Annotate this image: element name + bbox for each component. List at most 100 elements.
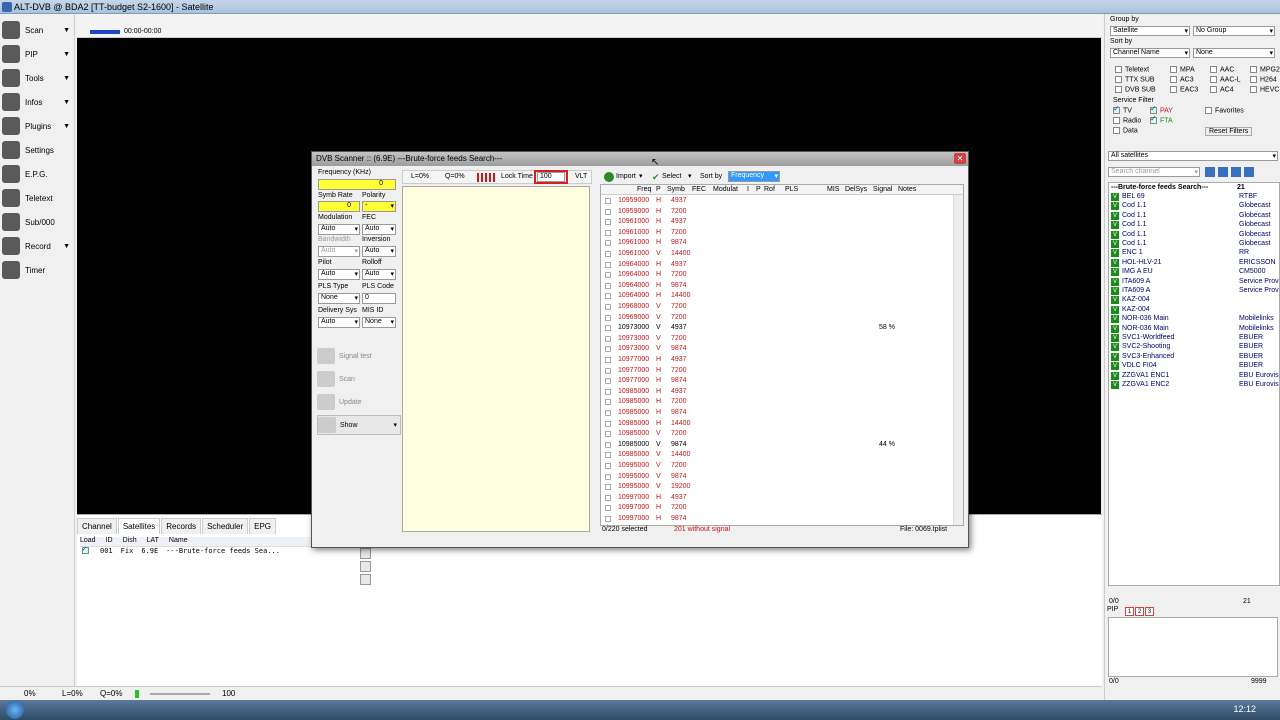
chevron-down-icon[interactable]: ▼ (63, 51, 70, 58)
menu-infos[interactable]: Infos ▼ (2, 92, 72, 112)
signal-test-button[interactable]: Signal test (317, 346, 401, 366)
chevron-down-icon[interactable]: ▼ (63, 75, 70, 82)
filter-checkbox[interactable] (1250, 86, 1257, 93)
table-row[interactable]: 10969000 V 7200 (601, 313, 953, 323)
filter-ac3[interactable]: AC3 (1170, 76, 1194, 83)
filter-tv[interactable]: TV (1113, 104, 1132, 114)
row-checkbox[interactable] (605, 388, 611, 395)
list-view-icon[interactable] (1205, 167, 1215, 177)
show-button[interactable]: Show ▾ (317, 415, 401, 435)
row-checkbox[interactable] (605, 399, 611, 406)
import-button[interactable]: Import (616, 173, 636, 180)
list-item[interactable]: V ITA609 A Service Prov (1111, 287, 1280, 296)
table-row[interactable]: 10977000 H 4937 (601, 355, 953, 365)
table-row[interactable]: 10973000 V 4937 58 % (601, 323, 953, 333)
filter-dvb-sub[interactable]: DVB SUB (1115, 86, 1156, 93)
column-header-i[interactable]: I (747, 186, 749, 193)
list-item[interactable]: V SVC1-Worldfeed EBUER (1111, 334, 1280, 343)
table-row[interactable]: 10961000 V 14400 (601, 249, 953, 259)
menu-settings[interactable]: Settings (2, 140, 72, 160)
list-item[interactable]: V ZZGVA1 ENC2 EBU Eurovis (1111, 381, 1280, 390)
table-row[interactable]: 10977000 H 9874 (601, 376, 953, 386)
filter-ac4[interactable]: AC4 (1210, 86, 1234, 93)
playback-progress-bar[interactable] (90, 30, 120, 34)
list-item[interactable]: V ENC 1 RR (1111, 249, 1280, 258)
delete-icon[interactable] (360, 574, 371, 585)
list-item[interactable]: V Cod 1.1 Globecast (1111, 221, 1280, 230)
table-row[interactable]: 001 Fix 6.9E ---Brute-force feeds Sea... (82, 544, 342, 555)
row-checkbox[interactable] (605, 357, 611, 363)
filter-checkbox[interactable] (1210, 76, 1217, 83)
list-item[interactable]: V KAZ-004 (1111, 296, 1280, 305)
menu-tools[interactable]: Tools ▼ (2, 68, 72, 88)
row-checkbox[interactable] (605, 325, 611, 332)
group-by-secondary-select[interactable]: No Group (1193, 26, 1275, 36)
refresh-icon[interactable] (1231, 167, 1241, 177)
column-header-freq[interactable]: Freq (637, 186, 651, 193)
pls-code-input[interactable]: 0 (362, 293, 396, 304)
menu-plugins[interactable]: Plugins ▼ (2, 116, 72, 136)
menu-pip[interactable]: PIP ▼ (2, 44, 72, 64)
pip-tab-2[interactable]: 2 (1135, 607, 1144, 616)
menu-teletext[interactable]: Teletext (2, 188, 72, 208)
frequency-input[interactable]: 0 (318, 179, 396, 190)
filter-mpg2[interactable]: MPG2 (1250, 66, 1280, 73)
list-item[interactable]: V SVC2-Shooting EBUER (1111, 343, 1280, 352)
select-button[interactable]: Select (662, 173, 681, 180)
filter-fta[interactable]: FTA (1150, 114, 1173, 124)
chevron-down-icon[interactable]: ▼ (63, 123, 70, 130)
column-header-signal[interactable]: Signal (873, 186, 892, 193)
row-checkbox[interactable] (605, 516, 611, 522)
table-row[interactable]: 10997000 H 9874 (601, 514, 953, 524)
fec-select[interactable]: Auto (362, 224, 396, 235)
table-row[interactable]: 10961000 H 9874 (601, 238, 953, 248)
search-icon[interactable] (1218, 167, 1228, 177)
row-checkbox[interactable] (605, 261, 611, 268)
filter-hevc[interactable]: HEVC (1250, 86, 1279, 93)
table-row[interactable]: 10985000 H 14400 (601, 419, 953, 429)
row-checkbox[interactable] (605, 304, 611, 310)
tab-records[interactable]: Records (161, 518, 202, 534)
filter-radio[interactable]: Radio (1113, 117, 1141, 124)
column-header-name[interactable]: Name (169, 537, 188, 546)
pay-checkbox[interactable] (1150, 104, 1157, 114)
row-checkbox[interactable] (605, 229, 611, 236)
list-item[interactable]: V Cod 1.1 Globecast (1111, 202, 1280, 211)
tab-scheduler[interactable]: Scheduler (202, 518, 249, 534)
fta-checkbox[interactable] (1150, 114, 1157, 124)
data-checkbox[interactable] (1113, 127, 1120, 134)
satellite-select[interactable]: All satellites (1108, 151, 1278, 161)
polarity-select[interactable]: - (362, 201, 396, 212)
close-icon[interactable]: ✕ (954, 153, 966, 164)
channel-group-header[interactable]: ---Brute-force feeds Search--- 21 (1111, 184, 1280, 193)
filter-aac-l[interactable]: AAC-L (1210, 76, 1241, 83)
filter-mpa[interactable]: MPA (1170, 66, 1195, 73)
load-checkbox[interactable] (82, 544, 89, 554)
row-checkbox[interactable] (605, 314, 611, 321)
chevron-down-icon[interactable]: ▾ (639, 172, 643, 180)
column-header-symb[interactable]: Symb (667, 186, 685, 193)
row-checkbox[interactable] (605, 452, 611, 459)
filter-checkbox[interactable] (1170, 76, 1177, 83)
table-row[interactable]: 10964000 H 4937 (601, 260, 953, 270)
inversion-select[interactable]: Auto (362, 246, 396, 257)
sort-by-select[interactable]: Frequency (728, 171, 780, 182)
table-row[interactable]: 10961000 H 7200 (601, 228, 953, 238)
filter-eac3[interactable]: EAC3 (1170, 86, 1198, 93)
row-checkbox[interactable] (605, 410, 611, 416)
pilot-select[interactable]: Auto (318, 269, 360, 280)
table-row[interactable]: 10959000 H 4937 (601, 196, 953, 206)
chevron-down-icon[interactable]: ▾ (688, 172, 692, 180)
list-item[interactable]: V ITA609 A Service Prov (1111, 277, 1280, 287)
pip-tab-1[interactable]: 1 (1125, 607, 1134, 616)
rolloff-select[interactable]: Auto (362, 269, 396, 280)
column-header-p[interactable]: P (756, 186, 761, 193)
list-item[interactable]: V KAZ-004 (1111, 305, 1280, 315)
row-checkbox[interactable] (605, 378, 611, 385)
row-checkbox[interactable] (605, 346, 611, 353)
tv-checkbox[interactable] (1113, 104, 1120, 114)
tab-epg[interactable]: EPG (249, 518, 277, 534)
row-checkbox[interactable] (605, 293, 611, 300)
table-row[interactable]: 10985000 H 4937 (601, 387, 953, 397)
search-channel-input[interactable]: Search channel (1108, 167, 1200, 177)
